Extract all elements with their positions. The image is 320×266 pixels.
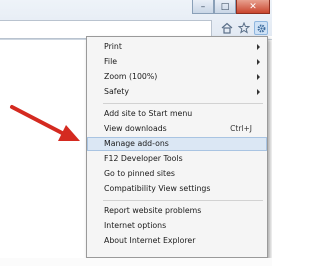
browser-window: – □ ✕ Print File Zoom (100%) Safety Add … <box>0 0 272 266</box>
submenu-arrow-icon <box>257 89 260 95</box>
menu-item-f12-developer-tools[interactable]: F12 Developer Tools <box>88 153 266 165</box>
shortcut-label: Ctrl+J <box>230 124 252 133</box>
minimize-button[interactable]: – <box>192 0 214 14</box>
menu-item-label: File <box>104 57 118 66</box>
home-icon[interactable] <box>220 21 234 35</box>
submenu-arrow-icon <box>257 74 260 80</box>
star-icon[interactable] <box>237 21 251 35</box>
menu-separator <box>103 103 263 104</box>
menu-item-label: Report website problems <box>104 206 202 215</box>
maximize-button[interactable]: □ <box>214 0 236 14</box>
page-background <box>0 258 272 266</box>
menu-item-label: Compatibility View settings <box>104 184 211 193</box>
menu-item-file[interactable]: File <box>88 56 266 68</box>
menu-item-label: About Internet Explorer <box>104 236 196 245</box>
menu-item-go-to-pinned-sites[interactable]: Go to pinned sites <box>88 168 266 180</box>
menu-item-label: F12 Developer Tools <box>104 154 183 163</box>
menu-item-report-website-problems[interactable]: Report website problems <box>88 205 266 217</box>
menu-item-compatibility-view-settings[interactable]: Compatibility View settings <box>88 183 266 195</box>
menu-item-about-internet-explorer[interactable]: About Internet Explorer <box>88 235 266 247</box>
menu-item-internet-options[interactable]: Internet options <box>88 220 266 232</box>
menu-item-label: Add site to Start menu <box>104 109 193 118</box>
menu-item-label: Go to pinned sites <box>104 169 175 178</box>
menu-separator <box>103 200 263 201</box>
submenu-arrow-icon <box>257 59 260 65</box>
menu-item-zoom[interactable]: Zoom (100%) <box>88 71 266 83</box>
menu-item-label: Safety <box>104 87 129 96</box>
menu-item-label: Internet options <box>104 221 167 230</box>
menu-item-manage-add-ons[interactable]: Manage add-ons <box>87 137 267 151</box>
menu-item-label: Zoom (100%) <box>104 72 158 81</box>
menu-item-label: Manage add-ons <box>104 139 169 148</box>
gear-icon[interactable] <box>254 21 268 35</box>
menu-item-add-site-to-start-menu[interactable]: Add site to Start menu <box>88 108 266 120</box>
close-button[interactable]: ✕ <box>236 0 270 14</box>
menu-item-safety[interactable]: Safety <box>88 86 266 98</box>
menu-item-label: View downloads <box>104 124 167 133</box>
command-icons <box>220 21 268 35</box>
menu-item-label: Print <box>104 42 122 51</box>
menu-item-view-downloads[interactable]: View downloads Ctrl+J <box>88 123 266 135</box>
menu-item-print[interactable]: Print <box>88 41 266 53</box>
submenu-arrow-icon <box>257 44 260 50</box>
window-controls: – □ ✕ <box>192 0 270 14</box>
tools-menu: Print File Zoom (100%) Safety Add site t… <box>86 36 268 258</box>
